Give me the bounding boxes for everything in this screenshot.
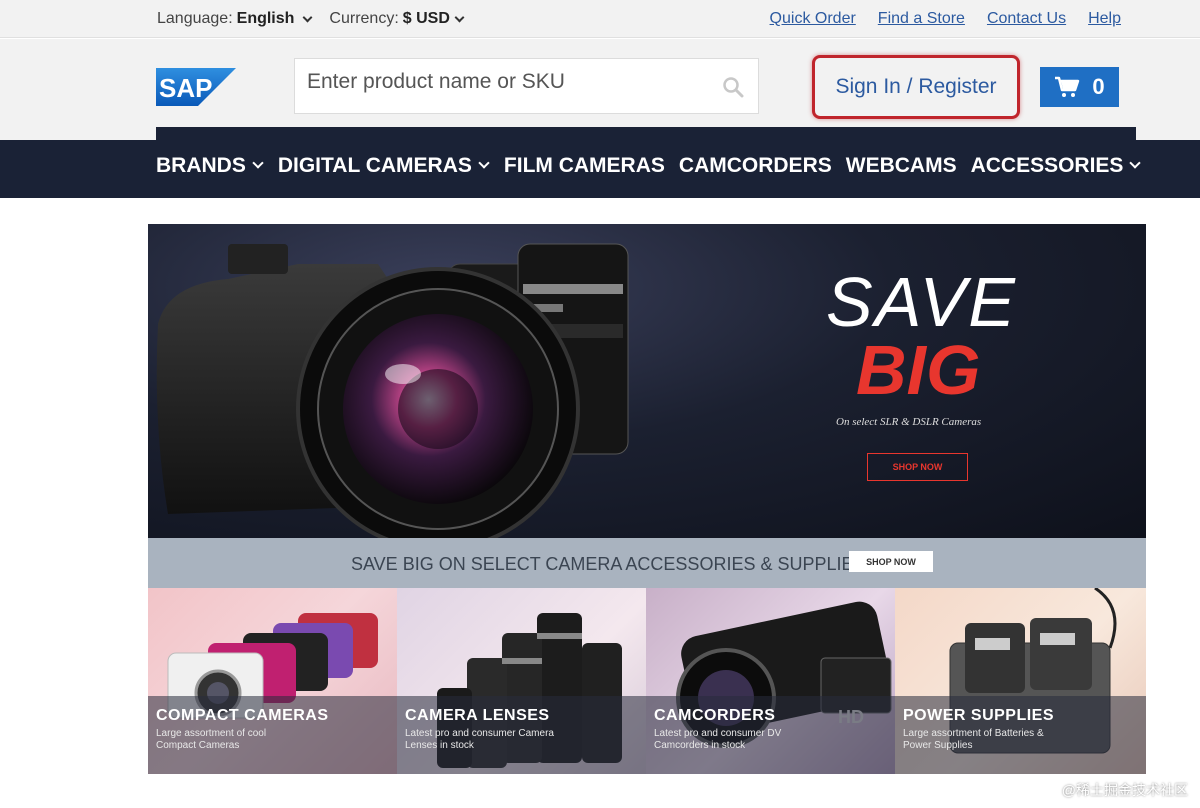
language-selector[interactable]: Language: English	[157, 10, 315, 28]
search-icon[interactable]	[722, 76, 744, 98]
cart-count: 0	[1092, 74, 1105, 99]
hero-headline-big: BIG	[856, 331, 981, 409]
site-header: SAP Sign In / Register 0	[0, 39, 1200, 140]
contact-us-link[interactable]: Contact Us	[987, 10, 1066, 28]
nav-item-film-cameras[interactable]: FILM CAMERAS	[504, 154, 665, 178]
help-link[interactable]: Help	[1088, 10, 1121, 28]
tile-title: POWER SUPPLIES	[903, 707, 1055, 724]
nav-item-label: ACCESSORIES	[970, 153, 1124, 177]
category-tile-power-supplies[interactable]: POWER SUPPLIES Large assortment of Batte…	[895, 588, 1146, 774]
sign-in-register-link[interactable]: Sign In / Register	[812, 55, 1020, 119]
promo-shop-now-button[interactable]: SHOP NOW	[849, 551, 933, 572]
nav-item-label: DIGITAL CAMERAS	[277, 153, 472, 177]
chevron-down-icon	[478, 157, 490, 169]
nav-item-label: CAMCORDERS	[678, 153, 832, 177]
hero-shop-now-button[interactable]: SHOP NOW	[867, 453, 968, 481]
category-tile-camcorders[interactable]: HD CAMCORDERS Latest pro and consumer DV…	[646, 588, 895, 774]
sap-logo[interactable]: SAP	[156, 68, 236, 106]
nav-item-label: BRANDS	[156, 153, 246, 177]
logo-text: SAP	[159, 73, 212, 103]
utility-links: Quick Order Find a Store Contact Us Help	[770, 10, 1121, 28]
tile-title: CAMCORDERS	[654, 707, 776, 724]
nav-item-digital-cameras[interactable]: DIGITAL CAMERAS	[278, 154, 490, 178]
category-tile-compact-cameras[interactable]: COMPACT CAMERAS Large assortment of cool…	[148, 588, 397, 774]
chevron-down-icon	[454, 12, 465, 22]
hero-banner[interactable]: SAVE BIG On select SLR & DSLR Cameras SH…	[148, 224, 1146, 538]
promo-band-text: SAVE BIG ON SELECT CAMERA ACCESSORIES & …	[351, 554, 866, 574]
quick-order-link[interactable]: Quick Order	[770, 10, 856, 28]
currency-label: Currency:	[329, 10, 399, 27]
nav-item-accessories[interactable]: ACCESSORIES	[971, 154, 1142, 178]
nav-item-label: FILM CAMERAS	[503, 153, 665, 177]
utility-bar: Language: English Currency: $ USD Quick …	[0, 0, 1200, 38]
nav-item-brands[interactable]: BRANDS	[156, 154, 264, 178]
tile-description: Latest pro and consumer DV Camcorders in…	[654, 728, 782, 751]
search-box	[294, 58, 759, 114]
nav-item-label: WEBCAMS	[845, 153, 957, 177]
currency-value: $ USD	[402, 10, 450, 27]
currency-selector[interactable]: Currency: $ USD	[329, 10, 466, 28]
tile-description: Latest pro and consumer Camera Lenses in…	[405, 728, 554, 751]
language-label: Language:	[157, 10, 233, 27]
find-store-link[interactable]: Find a Store	[878, 10, 965, 28]
category-tile-camera-lenses[interactable]: CAMERA LENSES Latest pro and consumer Ca…	[397, 588, 646, 774]
nav-item-camcorders[interactable]: CAMCORDERS	[679, 154, 832, 178]
tile-title: CAMERA LENSES	[405, 707, 550, 724]
promo-band: SAVE BIG ON SELECT CAMERA ACCESSORIES & …	[148, 538, 1146, 588]
watermark: @稀土掘金技术社区	[1061, 782, 1188, 798]
main-nav: BRANDS DIGITAL CAMERAS FILM CAMERAS CAMC…	[156, 127, 1142, 198]
locale-selectors: Language: English Currency: $ USD	[157, 10, 467, 28]
tile-description: Large assortment of Batteries & Power Su…	[903, 728, 1044, 751]
language-value: English	[236, 10, 295, 27]
hero-subtitle: On select SLR & DSLR Cameras	[836, 416, 982, 428]
cart-icon	[1055, 76, 1080, 97]
chevron-down-icon	[252, 157, 264, 169]
chevron-down-icon	[302, 12, 313, 22]
chevron-down-icon	[1129, 157, 1142, 169]
nav-item-webcams[interactable]: WEBCAMS	[846, 154, 957, 178]
search-input[interactable]	[307, 67, 707, 97]
cart-button[interactable]: 0	[1040, 67, 1119, 107]
tile-description: Large assortment of cool Compact Cameras	[156, 728, 267, 751]
tile-title: COMPACT CAMERAS	[156, 707, 329, 724]
